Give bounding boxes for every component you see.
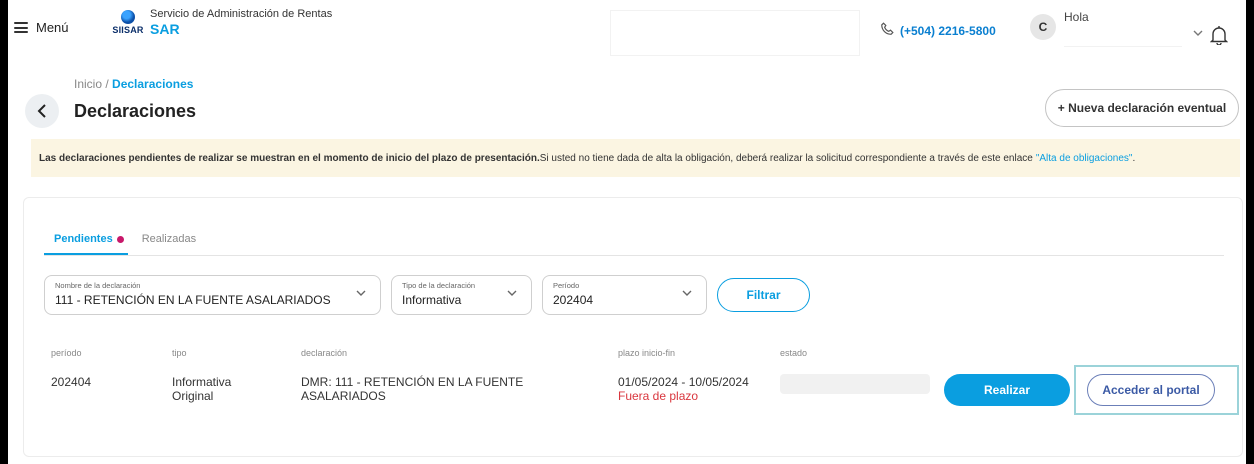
cell-estado-redacted: [780, 374, 930, 394]
greeting: Hola: [1064, 10, 1089, 24]
declaration-name-select[interactable]: Nombre de la declaración 111 - RETENCIÓN…: [44, 275, 381, 315]
cell-tipo-line1: Informativa: [172, 375, 232, 389]
realizar-button[interactable]: Realizar: [944, 374, 1070, 406]
phone-icon: [880, 22, 894, 39]
declarations-card: Pendientes Realizadas Nombre de la decla…: [23, 197, 1243, 457]
notice-bold: Las declaraciones pendientes de realizar…: [39, 152, 540, 164]
tab-realizadas[interactable]: Realizadas: [142, 231, 196, 255]
declaration-name-label: Nombre de la declaración: [55, 281, 141, 290]
brand-logo[interactable]: SIISAR Servicio de Administración de Ren…: [112, 8, 333, 37]
chevron-down-icon: [356, 288, 366, 300]
phone-number: (+504) 2216-5800: [900, 23, 996, 38]
notice-text: Si usted no tiene dada de alta la obliga…: [539, 152, 1033, 164]
cell-declaracion-line1: DMR: 111 - RETENCIÓN EN LA FUENTE: [301, 375, 524, 389]
column-header-estado: estado: [780, 348, 808, 358]
period-value: 202404: [553, 293, 594, 307]
cell-declaracion-line2: ASALARIADOS: [301, 389, 386, 403]
declaration-type-select[interactable]: Tipo de la declaración Informativa: [391, 275, 532, 315]
column-header-tipo: tipo: [172, 348, 187, 358]
column-header-declaracion: declaración: [301, 348, 348, 358]
breadcrumb-home[interactable]: Inicio: [74, 77, 102, 91]
pending-dot-indicator: [116, 236, 124, 243]
declaration-name-value: 111 - RETENCIÓN EN LA FUENTE ASALARIADOS: [55, 293, 331, 307]
cell-plazo: 01/05/2024 - 10/05/2024: [618, 375, 749, 389]
logo-text: SIISAR: [112, 25, 144, 35]
acceder-portal-button[interactable]: Acceder al portal: [1087, 374, 1215, 406]
bell-icon[interactable]: [1209, 25, 1229, 46]
globe-icon: [121, 10, 135, 24]
page-title: Declaraciones: [74, 101, 197, 121]
menu-label: Menú: [36, 20, 69, 35]
chevron-down-icon: [682, 288, 692, 300]
user-menu[interactable]: C Hola: [1030, 8, 1203, 47]
cell-tipo-line2: Original: [172, 389, 214, 403]
menu-button[interactable]: Menú: [14, 20, 69, 35]
header-blank-area: [610, 10, 860, 56]
column-header-periodo: período: [51, 348, 82, 358]
breadcrumb: Inicio / Declaraciones: [74, 77, 194, 91]
filter-button[interactable]: Filtrar: [717, 278, 810, 312]
brand-subtitle: Servicio de Administración de Rentas: [150, 8, 333, 20]
user-name-redacted: [1064, 27, 1182, 47]
breadcrumb-current: Declaraciones: [112, 77, 194, 91]
window-edge-left: [0, 0, 8, 464]
tabs: Pendientes Realizadas: [44, 231, 1224, 256]
chevron-down-icon[interactable]: [1193, 26, 1203, 40]
declaration-type-value: Informativa: [402, 293, 462, 307]
chevron-left-icon: [37, 104, 46, 118]
column-header-plazo: plazo inicio-fin: [618, 348, 676, 358]
back-button[interactable]: [25, 94, 59, 128]
brand-name: SAR: [150, 21, 180, 37]
chevron-down-icon: [507, 288, 517, 300]
period-select[interactable]: Período 202404: [542, 275, 707, 315]
tab-pendientes[interactable]: Pendientes: [44, 231, 128, 255]
avatar: C: [1030, 14, 1056, 40]
info-notice: Las declaraciones pendientes de realizar…: [31, 139, 1240, 177]
siisar-logo: SIISAR: [112, 10, 144, 35]
alta-obligaciones-link[interactable]: "Alta de obligaciones": [1036, 153, 1133, 164]
new-declaration-button[interactable]: + Nueva declaración eventual: [1045, 89, 1239, 127]
phone-link[interactable]: (+504) 2216-5800: [880, 22, 996, 39]
cell-periodo: 202404: [51, 375, 92, 389]
declaration-type-label: Tipo de la declaración: [402, 281, 476, 290]
window-edge-right: [1246, 0, 1254, 464]
period-label: Período: [553, 281, 580, 290]
cell-plazo-status: Fuera de plazo: [618, 389, 699, 403]
hamburger-icon: [14, 22, 28, 33]
